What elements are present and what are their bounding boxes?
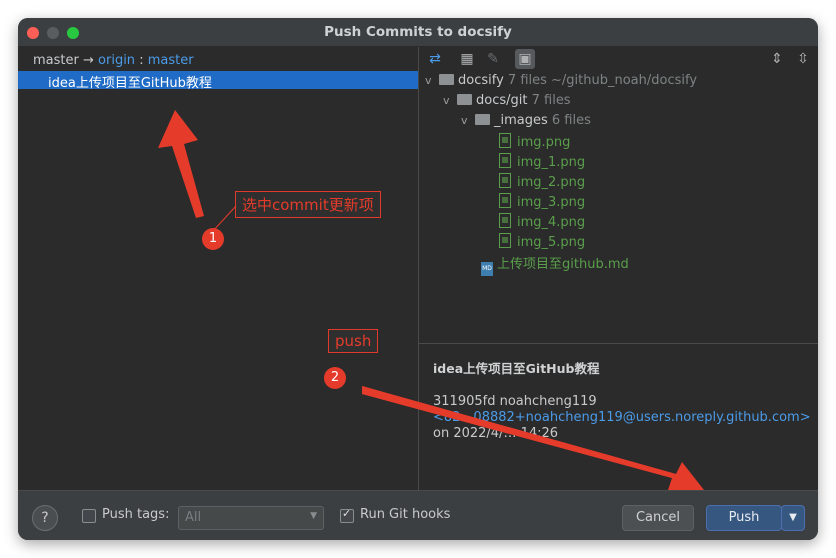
- annotation-number-2: 2: [324, 367, 346, 389]
- arrow-1: [158, 110, 204, 218]
- annotation-label-1: 选中commit更新项: [235, 191, 381, 218]
- annotation-overlay: [158, 110, 704, 490]
- annotation-label-2: push: [328, 329, 379, 353]
- annotation-number-1: 1: [202, 228, 224, 250]
- arrow-2-shaft: [362, 386, 676, 478]
